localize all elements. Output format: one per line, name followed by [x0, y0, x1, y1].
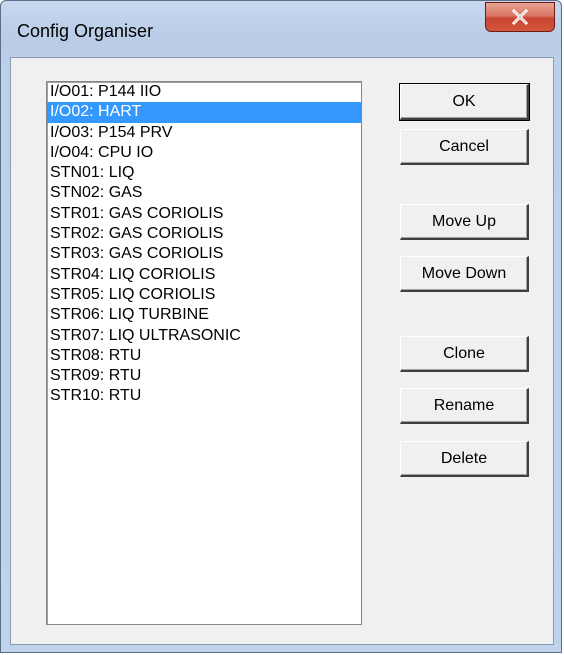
list-item[interactable]: STR06: LIQ TURBINE — [47, 305, 361, 325]
move-down-button[interactable]: Move Down — [400, 256, 529, 292]
list-item[interactable]: I/O04: CPU IO — [47, 143, 361, 163]
rename-button[interactable]: Rename — [400, 388, 529, 424]
list-item[interactable]: STR01: GAS CORIOLIS — [47, 204, 361, 224]
list-item[interactable]: I/O01: P144 IIO — [47, 82, 361, 102]
move-up-button[interactable]: Move Up — [400, 204, 529, 240]
close-button[interactable] — [485, 2, 555, 32]
list-item[interactable]: STR05: LIQ CORIOLIS — [47, 285, 361, 305]
list-item[interactable]: STR07: LIQ ULTRASONIC — [47, 326, 361, 346]
close-icon — [512, 9, 528, 25]
cancel-button[interactable]: Cancel — [400, 129, 529, 165]
delete-button[interactable]: Delete — [400, 441, 529, 477]
config-listbox[interactable]: I/O01: P144 IIO I/O02: HART I/O03: P154 PR… — [46, 81, 362, 625]
list-item[interactable]: STR02: GAS CORIOLIS — [47, 224, 361, 244]
dialog-client-area: I/O01: P144 IIO I/O02: HART I/O03: P154 PR… — [10, 57, 554, 645]
ok-button[interactable]: OK — [399, 83, 530, 121]
list-item-selected[interactable]: I/O02: HART — [47, 102, 361, 123]
config-organiser-window: Config Organiser I/O01: P144 IIO I/O02: H… — [0, 0, 562, 653]
clone-button[interactable]: Clone — [400, 336, 529, 372]
list-item[interactable]: STN02: GAS — [47, 183, 361, 203]
window-title: Config Organiser — [17, 21, 154, 41]
list-item[interactable]: STR09: RTU — [47, 366, 361, 386]
list-item[interactable]: STR08: RTU — [47, 346, 361, 366]
title-bar[interactable]: Config Organiser — [1, 1, 561, 57]
list-item[interactable]: STN01: LIQ — [47, 163, 361, 183]
list-item[interactable]: STR10: RTU — [47, 386, 361, 406]
list-item[interactable]: STR04: LIQ CORIOLIS — [47, 265, 361, 285]
list-item[interactable]: STR03: GAS CORIOLIS — [47, 244, 361, 264]
list-item[interactable]: I/O03: P154 PRV — [47, 123, 361, 143]
